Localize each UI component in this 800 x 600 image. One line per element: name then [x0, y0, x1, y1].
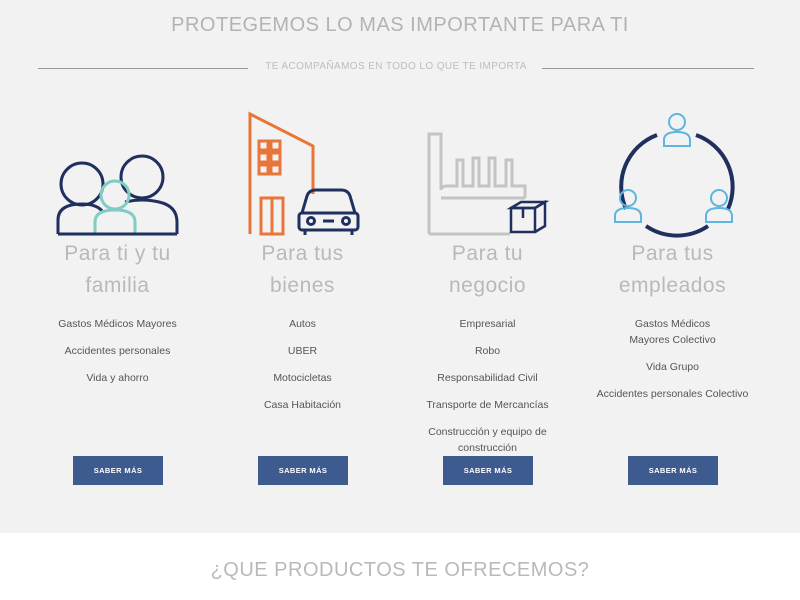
product-item[interactable]: Accidentes personales Colectivo: [580, 386, 765, 402]
column-title-line2: negocio: [448, 274, 527, 297]
products-title: ¿QUE PRODUCTOS TE OFRECEMOS?: [210, 559, 590, 581]
column-title: Para ti y tu: [64, 242, 171, 265]
saber-mas-button-business[interactable]: SABER MÁS: [443, 456, 533, 485]
column-employees: Para tus empleados Gastos Médicos Mayore…: [580, 108, 765, 413]
product-item[interactable]: Robo: [395, 343, 580, 359]
team-cycle-icon: [580, 108, 765, 238]
column-title-line2: empleados: [618, 274, 727, 297]
product-item[interactable]: Transporte de Mercancías: [395, 397, 580, 413]
product-item[interactable]: Empresarial: [395, 316, 580, 332]
product-item[interactable]: Autos: [210, 316, 395, 332]
divider-right: [542, 68, 754, 69]
product-item[interactable]: Vida Grupo: [580, 359, 765, 375]
product-item[interactable]: Gastos Médicos Mayores: [25, 316, 210, 332]
product-list: Autos UBER Motocicletas Casa Habitación: [210, 316, 395, 413]
product-list: Gastos Médicos Mayores Colectivo Vida Gr…: [580, 316, 765, 402]
product-item[interactable]: Vida y ahorro: [25, 370, 210, 386]
subtitle-row: TE ACOMPAÑAMOS EN TODO LO QUE TE IMPORTA: [38, 60, 754, 76]
column-family: Para ti y tu familia Gastos Médicos Mayo…: [25, 108, 210, 397]
protection-section: PROTEGEMOS LO MAS IMPORTANTE PARA TI TE …: [0, 0, 800, 533]
column-assets: Para tus bienes Autos UBER Motocicletas …: [210, 108, 395, 424]
saber-mas-button-assets[interactable]: SABER MÁS: [258, 456, 348, 485]
column-title: Para tus: [261, 242, 344, 265]
product-item[interactable]: Gastos Médicos Mayores Colectivo: [580, 316, 765, 348]
family-icon: [25, 108, 210, 238]
column-title: Para tu: [451, 242, 524, 265]
product-item[interactable]: UBER: [210, 343, 395, 359]
column-title: Para tus: [631, 242, 714, 265]
product-item[interactable]: Responsabilidad Civil: [395, 370, 580, 386]
column-title-line2: bienes: [270, 274, 335, 297]
products-section: ¿QUE PRODUCTOS TE OFRECEMOS?: [0, 533, 800, 600]
section-title: PROTEGEMOS LO MAS IMPORTANTE PARA TI: [171, 14, 629, 36]
product-item[interactable]: Motocicletas: [210, 370, 395, 386]
building-car-icon: [210, 108, 395, 238]
column-business: Para tu negocio Empresarial Robo Respons…: [395, 108, 580, 467]
product-item[interactable]: Casa Habitación: [210, 397, 395, 413]
product-item[interactable]: Construcción y equipo de construcción: [395, 424, 580, 456]
product-list: Empresarial Robo Responsabilidad Civil T…: [395, 316, 580, 456]
factory-box-icon: [395, 108, 580, 238]
column-title-line2: familia: [85, 274, 150, 297]
section-subtitle: TE ACOMPAÑAMOS EN TODO LO QUE TE IMPORTA: [265, 61, 527, 72]
saber-mas-button-employees[interactable]: SABER MÁS: [628, 456, 718, 485]
saber-mas-button-family[interactable]: SABER MÁS: [73, 456, 163, 485]
product-list: Gastos Médicos Mayores Accidentes person…: [25, 316, 210, 386]
product-item[interactable]: Accidentes personales: [25, 343, 210, 359]
